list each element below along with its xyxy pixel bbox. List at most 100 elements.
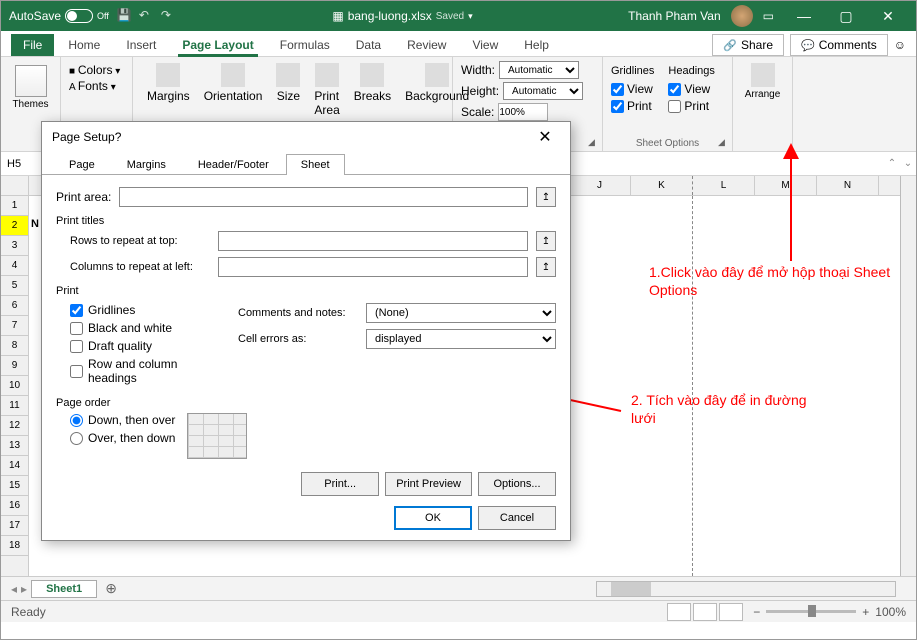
row-header-5[interactable]: 5: [1, 276, 28, 296]
avatar[interactable]: [731, 5, 753, 27]
dialog-tab-header-footer[interactable]: Header/Footer: [183, 154, 284, 175]
print-area-input[interactable]: [119, 187, 528, 207]
gridlines-view-check[interactable]: View: [611, 82, 654, 96]
save-icon[interactable]: 💾: [117, 8, 133, 24]
tab-review[interactable]: Review: [395, 34, 458, 56]
sheet-options-launcher-icon[interactable]: ◢: [718, 137, 730, 149]
row-header-8[interactable]: 8: [1, 336, 28, 356]
zoom-value[interactable]: 100%: [875, 605, 906, 619]
arrange-icon[interactable]: [751, 63, 775, 87]
share-button[interactable]: 🔗 Share: [712, 34, 784, 56]
dialog-tab-margins[interactable]: Margins: [112, 154, 181, 175]
themes-icon[interactable]: [15, 65, 47, 97]
toggle-switch[interactable]: [65, 9, 93, 23]
headings-print-check[interactable]: Print: [668, 99, 714, 113]
maximize-button[interactable]: ▢: [826, 1, 866, 31]
tab-insert[interactable]: Insert: [114, 34, 168, 56]
tab-page-layout[interactable]: Page Layout: [170, 34, 265, 56]
dialog-tab-page[interactable]: Page: [54, 154, 110, 175]
dialog-close-icon[interactable]: ✕: [530, 127, 560, 147]
normal-view-icon[interactable]: [667, 603, 691, 621]
collapse-ribbon-icon[interactable]: ⌃: [884, 158, 900, 169]
black-white-checkbox[interactable]: Black and white: [70, 321, 178, 335]
chevron-down-icon[interactable]: ▾: [468, 11, 473, 22]
tab-help[interactable]: Help: [512, 34, 561, 56]
width-select[interactable]: Automatic: [499, 61, 579, 79]
horizontal-scrollbar[interactable]: [596, 581, 896, 597]
minimize-button[interactable]: —: [784, 1, 824, 31]
tab-data[interactable]: Data: [344, 34, 393, 56]
height-select[interactable]: Automatic: [503, 82, 583, 100]
dialog-help-icon[interactable]: ?: [115, 130, 122, 144]
expand-formula-icon[interactable]: ⌄: [900, 158, 916, 169]
zoom-slider[interactable]: [766, 610, 856, 613]
print-area-button[interactable]: Print Area: [308, 61, 345, 119]
options-button[interactable]: Options...: [478, 472, 556, 496]
tab-view[interactable]: View: [460, 34, 510, 56]
rows-repeat-input[interactable]: [218, 231, 528, 251]
cell-b2[interactable]: N: [31, 218, 39, 230]
ribbon-options-icon[interactable]: ▭: [763, 9, 774, 23]
rows-repeat-range-icon[interactable]: ↥: [536, 231, 556, 251]
row-header-13[interactable]: 13: [1, 436, 28, 456]
gridlines-checkbox[interactable]: Gridlines: [70, 303, 178, 317]
headings-view-check[interactable]: View: [668, 82, 714, 96]
row-header-12[interactable]: 12: [1, 416, 28, 436]
row-header-10[interactable]: 10: [1, 376, 28, 396]
tab-file[interactable]: File: [11, 34, 54, 56]
row-header-18[interactable]: 18: [1, 536, 28, 556]
autosave-toggle[interactable]: AutoSave Off: [9, 9, 109, 23]
select-all-corner[interactable]: [1, 176, 28, 196]
row-col-headings-checkbox[interactable]: Row and column headings: [70, 357, 178, 385]
row-header-16[interactable]: 16: [1, 496, 28, 516]
errors-select[interactable]: displayed: [366, 329, 556, 349]
zoom-in-icon[interactable]: +: [862, 605, 869, 619]
cols-repeat-input[interactable]: [218, 257, 528, 277]
cancel-button[interactable]: Cancel: [478, 506, 556, 530]
print-area-range-icon[interactable]: ↥: [536, 187, 556, 207]
tab-home[interactable]: Home: [56, 34, 112, 56]
over-down-radio[interactable]: Over, then down: [70, 431, 175, 445]
row-header-14[interactable]: 14: [1, 456, 28, 476]
comments-select[interactable]: (None): [366, 303, 556, 323]
close-button[interactable]: ✕: [868, 1, 908, 31]
undo-icon[interactable]: ↶: [139, 8, 155, 24]
col-header-n[interactable]: N: [817, 176, 879, 195]
row-header-17[interactable]: 17: [1, 516, 28, 536]
down-over-radio[interactable]: Down, then over: [70, 413, 175, 427]
fonts-button[interactable]: A Fonts ▾: [69, 79, 124, 93]
row-header-2[interactable]: 2: [1, 216, 28, 236]
row-header-9[interactable]: 9: [1, 356, 28, 376]
ok-button[interactable]: OK: [394, 506, 472, 530]
row-header-15[interactable]: 15: [1, 476, 28, 496]
row-header-3[interactable]: 3: [1, 236, 28, 256]
redo-icon[interactable]: ↷: [161, 8, 177, 24]
col-header-l[interactable]: L: [693, 176, 755, 195]
sheet-tab-sheet1[interactable]: Sheet1: [31, 580, 97, 598]
gridlines-print-check[interactable]: Print: [611, 99, 654, 113]
scale-launcher-icon[interactable]: ◢: [588, 137, 600, 149]
prev-sheet-icon[interactable]: ◂: [11, 582, 17, 596]
dialog-tab-sheet[interactable]: Sheet: [286, 154, 345, 175]
row-header-6[interactable]: 6: [1, 296, 28, 316]
scale-input[interactable]: [498, 103, 548, 121]
draft-quality-checkbox[interactable]: Draft quality: [70, 339, 178, 353]
smiley-icon[interactable]: ☺: [894, 38, 906, 52]
tab-formulas[interactable]: Formulas: [268, 34, 342, 56]
next-sheet-icon[interactable]: ▸: [21, 582, 27, 596]
row-header-7[interactable]: 7: [1, 316, 28, 336]
zoom-out-icon[interactable]: −: [753, 605, 760, 619]
size-button[interactable]: Size: [270, 61, 306, 119]
colors-button[interactable]: ■ Colors ▾: [69, 63, 124, 77]
row-header-11[interactable]: 11: [1, 396, 28, 416]
margins-button[interactable]: Margins: [141, 61, 196, 119]
row-header-1[interactable]: 1: [1, 196, 28, 216]
breaks-button[interactable]: Breaks: [348, 61, 397, 119]
col-header-k[interactable]: K: [631, 176, 693, 195]
col-header-j[interactable]: J: [569, 176, 631, 195]
row-header-4[interactable]: 4: [1, 256, 28, 276]
col-header-m[interactable]: M: [755, 176, 817, 195]
print-button[interactable]: Print...: [301, 472, 379, 496]
add-sheet-icon[interactable]: ⊕: [101, 579, 121, 599]
cols-repeat-range-icon[interactable]: ↥: [536, 257, 556, 277]
